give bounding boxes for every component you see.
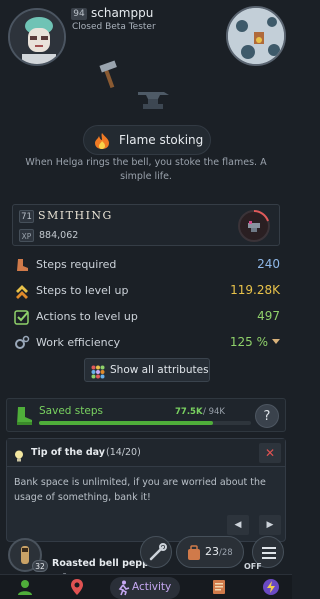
inventory-total: /28 bbox=[219, 548, 233, 558]
next-tip-button[interactable]: ▶ bbox=[259, 515, 281, 535]
skill-level-badge: 71 bbox=[19, 210, 34, 223]
action-queue-item[interactable]: 32 Roasted bell pepp 0 x bbox=[8, 538, 148, 581]
avatar[interactable] bbox=[8, 8, 66, 66]
action-name: Flame stoking bbox=[119, 133, 204, 147]
profile-header: 94 schamppu Closed Beta Tester bbox=[0, 0, 292, 68]
map-pin-tab-icon[interactable] bbox=[68, 578, 86, 596]
skill-card[interactable]: 71 SMITHING XP 884,062 bbox=[12, 204, 280, 246]
backpack-icon bbox=[187, 545, 201, 561]
stat-label: Actions to level up bbox=[36, 310, 138, 323]
boot-icon bbox=[14, 257, 30, 273]
inventory-count: 23/28 bbox=[205, 545, 233, 558]
stat-value: 240 bbox=[257, 257, 280, 271]
stat-work-efficiency: Work efficiency 125 % bbox=[14, 333, 280, 353]
current-action-pill: Flame stoking bbox=[83, 125, 211, 155]
inventory-button[interactable]: 23/28 bbox=[176, 536, 244, 568]
stat-steps-to-level: Steps to level up 119.28K bbox=[14, 281, 280, 301]
action-flavor-text: When Helga rings the bell, you stoke the… bbox=[25, 157, 267, 182]
username: schamppu bbox=[91, 6, 154, 20]
scroll-tab-icon[interactable] bbox=[210, 578, 228, 596]
xp-value: 884,062 bbox=[39, 230, 79, 241]
stat-label: Steps to level up bbox=[36, 284, 129, 297]
gears-icon bbox=[14, 335, 30, 351]
checkmark-icon bbox=[14, 309, 30, 325]
stat-label: Work efficiency bbox=[36, 336, 121, 349]
saved-steps-label: Saved steps bbox=[39, 405, 103, 417]
queue-item-name: Roasted bell pepp bbox=[52, 558, 148, 569]
flame-icon bbox=[92, 132, 112, 150]
colored-dots-icon bbox=[91, 364, 105, 379]
bottom-tab-bar: Activity bbox=[0, 574, 292, 599]
stat-value: 125 % bbox=[229, 335, 268, 349]
close-icon[interactable]: ✕ bbox=[259, 443, 281, 463]
xp-label: XP bbox=[19, 229, 34, 242]
saved-steps-current: 77.5K bbox=[175, 407, 203, 417]
tip-of-the-day-card: Tip of the day (14/20) ✕ Bank space is u… bbox=[6, 438, 286, 542]
skill-name: SMITHING bbox=[38, 209, 113, 222]
tip-title: Tip of the day bbox=[31, 447, 105, 458]
tab-activity[interactable]: Activity bbox=[110, 577, 180, 599]
minimap[interactable] bbox=[226, 6, 286, 66]
chevron-down-icon[interactable] bbox=[272, 339, 280, 344]
saved-steps-max: / 94K bbox=[203, 407, 225, 417]
off-status-tag: OFF bbox=[244, 562, 262, 571]
inventory-used: 23 bbox=[205, 545, 219, 558]
link-tool-button[interactable] bbox=[140, 536, 172, 568]
skill-progress-ring bbox=[237, 209, 271, 243]
running-figure-icon bbox=[116, 580, 130, 596]
queue-count-badge: 32 bbox=[32, 560, 48, 572]
bottom-action-bar: 32 Roasted bell pepp 0 x 23/28 OFF bbox=[0, 534, 292, 581]
show-all-attributes-label: Show all attributes bbox=[110, 364, 209, 376]
stat-value: 119.28K bbox=[230, 283, 280, 297]
stat-steps-required: Steps required 240 bbox=[14, 255, 280, 275]
saved-steps-progress-fill bbox=[39, 421, 213, 425]
help-button[interactable]: ? bbox=[255, 404, 279, 428]
stat-label: Steps required bbox=[36, 258, 117, 271]
tip-counter: (14/20) bbox=[106, 447, 141, 458]
stat-value: 497 bbox=[257, 309, 280, 323]
stat-actions-to-level: Actions to level up 497 bbox=[14, 307, 280, 327]
tab-activity-label: Activity bbox=[132, 581, 172, 593]
user-title: Closed Beta Tester bbox=[72, 22, 156, 32]
anvil-icon bbox=[136, 88, 170, 110]
tip-body: Bank space is unlimited, if you are worr… bbox=[14, 477, 266, 503]
chevrons-up-icon bbox=[14, 283, 30, 299]
character-tab-icon[interactable] bbox=[16, 578, 34, 596]
tip-header: Tip of the day (14/20) ✕ bbox=[7, 439, 285, 467]
green-boot-icon bbox=[13, 405, 35, 427]
saved-steps-card: Saved steps 77.5K / 94K ? bbox=[6, 398, 286, 432]
saved-steps-progress-bar bbox=[39, 421, 251, 425]
lightning-tab-icon[interactable] bbox=[262, 578, 280, 596]
hammer-icon bbox=[98, 60, 120, 89]
player-level-badge: 94 bbox=[71, 8, 87, 20]
lightbulb-icon bbox=[14, 447, 24, 462]
show-all-attributes-button[interactable]: Show all attributes bbox=[84, 358, 210, 382]
previous-tip-button[interactable]: ◀ bbox=[227, 515, 249, 535]
